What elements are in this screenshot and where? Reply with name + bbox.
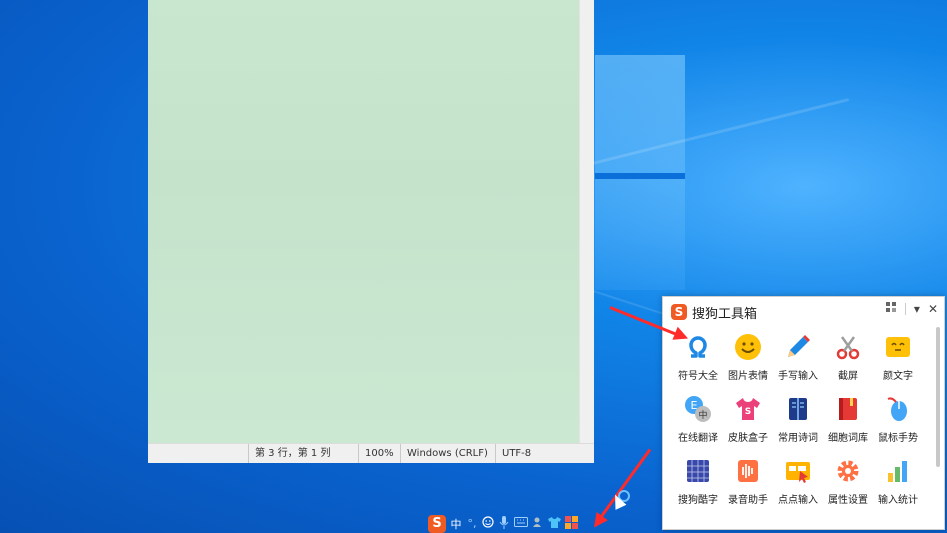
skin-shirt-icon[interactable] [548, 516, 561, 531]
tool-label: 图片表情 [728, 371, 768, 382]
tool-label: 在线翻译 [678, 433, 718, 444]
keyboard-icon[interactable] [514, 517, 528, 530]
book-icon [783, 394, 813, 424]
sogou-logo-icon: S [671, 304, 687, 320]
toolbox-scrollbar[interactable] [936, 327, 940, 467]
layout-toggle-icon[interactable] [885, 302, 897, 316]
divider [904, 303, 906, 315]
tool-label: 录音助手 [728, 495, 768, 506]
tool-cool-text[interactable]: 搜狗酷字 [673, 454, 723, 516]
punctuation-toggle[interactable]: °, [466, 517, 478, 530]
tool-stats[interactable]: 输入统计 [873, 454, 923, 516]
red-book-icon [833, 394, 863, 424]
cursor-position: 第 3 行，第 1 列 [248, 444, 361, 463]
voice-wave-icon [733, 456, 763, 486]
bar-stats-icon [883, 456, 913, 486]
tool-label: 点点输入 [778, 495, 818, 506]
tool-recorder[interactable]: 录音助手 [723, 454, 773, 516]
encoding: UTF-8 [495, 444, 582, 463]
smiley-icon [733, 332, 763, 362]
tool-label: 搜狗酷字 [678, 495, 718, 506]
status-bar: 第 3 行，第 1 列 100% Windows (CRLF) UTF-8 [148, 443, 594, 463]
tool-kaomoji[interactable]: 颜文字 [873, 330, 923, 392]
tool-mouse-gesture[interactable]: 鼠标手势 [873, 392, 923, 454]
desktop-wallpaper-window-logo [595, 55, 685, 290]
tool-grid: 符号大全 图片表情 手写输入 截屏 颜文字 E 中 在线翻译 S 皮肤盒子 常用… [673, 330, 923, 516]
line-ending: Windows (CRLF) [400, 444, 495, 463]
tool-handwriting[interactable]: 手写输入 [773, 330, 823, 392]
grid-text-icon [683, 456, 713, 486]
tool-label: 属性设置 [828, 495, 868, 506]
tool-screenshot[interactable]: 截屏 [823, 330, 873, 392]
tool-label: 常用诗词 [778, 433, 818, 444]
sogou-toolbox-panel: S 搜狗工具箱 ▾ ✕ 符号大全 图片表情 手写输入 截屏 颜文字 E 中 在线… [662, 296, 945, 530]
tool-label: 符号大全 [678, 371, 718, 382]
emoji-icon[interactable] [482, 516, 494, 531]
tool-label: 皮肤盒子 [728, 433, 768, 444]
svg-text:中: 中 [698, 409, 707, 421]
tool-label: 颜文字 [883, 371, 913, 382]
zoom-level: 100% [358, 444, 401, 463]
close-button[interactable]: ✕ [928, 302, 938, 316]
tool-label: 输入统计 [878, 495, 918, 506]
click-input-icon [783, 456, 813, 486]
sogou-logo-icon[interactable]: S [428, 514, 446, 533]
tool-label: 截屏 [838, 371, 858, 382]
kaomoji-icon [883, 332, 913, 362]
shirt-icon: S [733, 394, 763, 424]
dropdown-icon[interactable]: ▾ [914, 302, 920, 316]
annotation-arrow [594, 448, 652, 525]
mouse-icon [883, 394, 913, 424]
notepad-window: 第 3 行，第 1 列 100% Windows (CRLF) UTF-8 [148, 0, 594, 463]
vertical-scrollbar[interactable] [579, 0, 594, 443]
tool-label: 细胞词库 [828, 433, 868, 444]
toolbox-header: S 搜狗工具箱 [671, 302, 757, 322]
tool-skins[interactable]: S 皮肤盒子 [723, 392, 773, 454]
ime-toolbar: S 中 °, [428, 514, 578, 533]
scissors-icon [833, 332, 863, 362]
gear-icon [833, 456, 863, 486]
microphone-icon[interactable] [498, 515, 510, 532]
svg-text:S: S [745, 407, 751, 417]
translate-icon: E中 [683, 394, 713, 424]
tool-label: 鼠标手势 [878, 433, 918, 444]
toolbox-launcher-icon[interactable] [565, 515, 578, 532]
user-icon[interactable] [532, 516, 544, 531]
tool-poems[interactable]: 常用诗词 [773, 392, 823, 454]
text-editor-area[interactable] [148, 0, 580, 443]
tool-settings[interactable]: 属性设置 [823, 454, 873, 516]
tool-cell-dictionary[interactable]: 细胞词库 [823, 392, 873, 454]
toolbox-controls: ▾ ✕ [885, 302, 938, 316]
tool-emoji[interactable]: 图片表情 [723, 330, 773, 392]
tool-label: 手写输入 [778, 371, 818, 382]
ime-mode-toggle[interactable]: 中 [450, 516, 462, 532]
tool-translate[interactable]: E中 在线翻译 [673, 392, 723, 454]
tool-click-input[interactable]: 点点输入 [773, 454, 823, 516]
toolbox-title: 搜狗工具箱 [692, 306, 758, 322]
pencil-icon [783, 332, 813, 362]
